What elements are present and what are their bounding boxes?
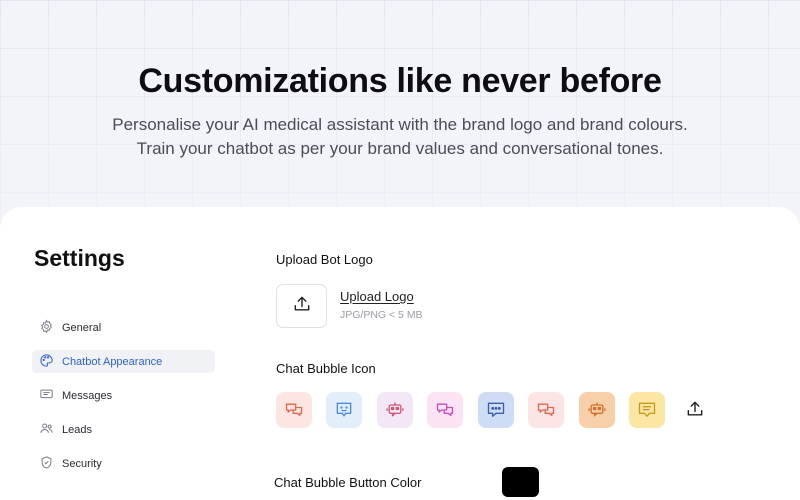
sidebar-item-security[interactable]: Security bbox=[32, 452, 215, 475]
sidebar-item-chatbot-appearance[interactable]: Chatbot Appearance bbox=[32, 350, 215, 373]
upload-icon bbox=[685, 399, 705, 424]
bubble-option-1[interactable] bbox=[276, 392, 312, 428]
hero-subtitle-line-1: Personalise your AI medical assistant wi… bbox=[112, 115, 688, 134]
users-icon bbox=[39, 421, 54, 439]
sidebar-item-label: Chatbot Appearance bbox=[62, 355, 163, 368]
sidebar-item-label: Security bbox=[62, 457, 102, 470]
upload-logo-hint: JPG/PNG < 5 MB bbox=[340, 309, 423, 321]
upload-logo-title: Upload Bot Logo bbox=[276, 252, 373, 267]
bubble-option-4[interactable] bbox=[427, 392, 463, 428]
chat-dual-icon bbox=[435, 400, 455, 420]
sidebar-item-general[interactable]: General bbox=[32, 316, 215, 339]
upload-logo-link[interactable]: Upload Logo bbox=[340, 289, 414, 304]
bubble-option-8[interactable] bbox=[629, 392, 665, 428]
chat-dots-icon bbox=[486, 400, 506, 420]
bubble-option-2[interactable] bbox=[326, 392, 362, 428]
chat-bubble-icon-title: Chat Bubble Icon bbox=[276, 361, 376, 376]
bubble-option-5[interactable] bbox=[478, 392, 514, 428]
upload-custom-bubble-button[interactable] bbox=[684, 400, 706, 422]
color-swatch[interactable] bbox=[502, 467, 539, 497]
sidebar-item-leads[interactable]: Leads bbox=[32, 418, 215, 441]
message-icon bbox=[39, 387, 54, 405]
settings-title: Settings bbox=[34, 245, 125, 271]
sidebar-item-label: Messages bbox=[62, 389, 113, 402]
palette-icon bbox=[39, 353, 54, 371]
chat-bot-icon bbox=[385, 400, 405, 420]
bubble-option-6[interactable] bbox=[528, 392, 564, 428]
chat-dual-icon bbox=[284, 400, 304, 420]
sidebar-item-messages[interactable]: Messages bbox=[32, 384, 215, 407]
shield-icon bbox=[39, 455, 54, 473]
bubble-option-7[interactable] bbox=[579, 392, 615, 428]
chat-smile-icon bbox=[334, 400, 354, 420]
upload-logo-button[interactable] bbox=[276, 284, 327, 328]
sidebar-item-label: General bbox=[62, 321, 102, 334]
hero-title: Customizations like never before bbox=[138, 62, 662, 100]
chat-lines-icon bbox=[637, 400, 657, 420]
chat-bot-icon bbox=[587, 400, 607, 420]
upload-icon bbox=[292, 294, 312, 319]
sidebar-item-label: Leads bbox=[62, 423, 92, 436]
chat-dual-icon bbox=[536, 400, 556, 420]
chat-bubble-color-title: Chat Bubble Button Color bbox=[274, 475, 422, 490]
hero-subtitle-line-2: Train your chatbot as per your brand val… bbox=[136, 139, 664, 158]
gear-icon bbox=[39, 318, 54, 337]
bubble-option-3[interactable] bbox=[377, 392, 413, 428]
